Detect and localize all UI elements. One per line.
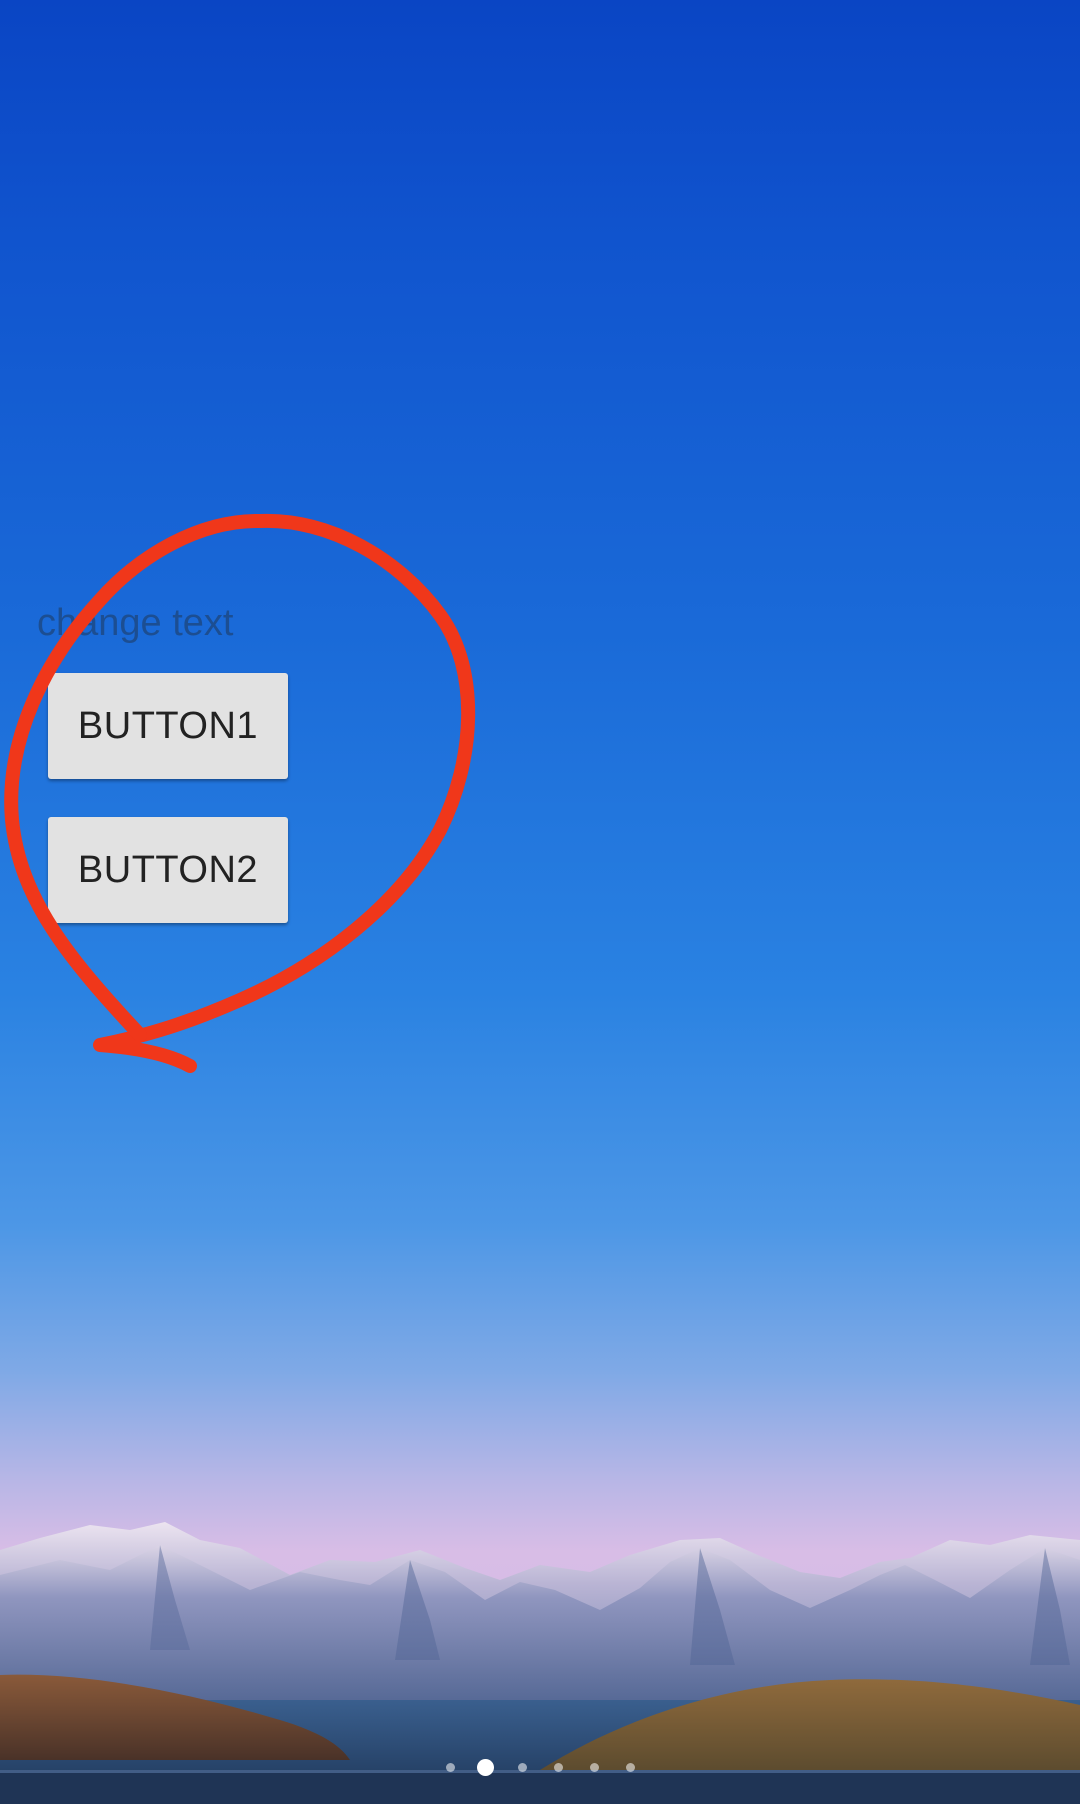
button-2[interactable]: BUTTON2 — [48, 817, 288, 923]
page-dot[interactable] — [626, 1763, 635, 1772]
page-dot[interactable] — [554, 1763, 563, 1772]
change-text-label: change text — [37, 602, 234, 644]
home-screen: change text BUTTON1 BUTTON2 — [0, 0, 1080, 1804]
page-dot-active[interactable] — [477, 1759, 494, 1776]
page-dot[interactable] — [518, 1763, 527, 1772]
page-indicator — [0, 1758, 1080, 1778]
button-1[interactable]: BUTTON1 — [48, 673, 288, 779]
page-dot[interactable] — [446, 1763, 455, 1772]
page-dot[interactable] — [590, 1763, 599, 1772]
